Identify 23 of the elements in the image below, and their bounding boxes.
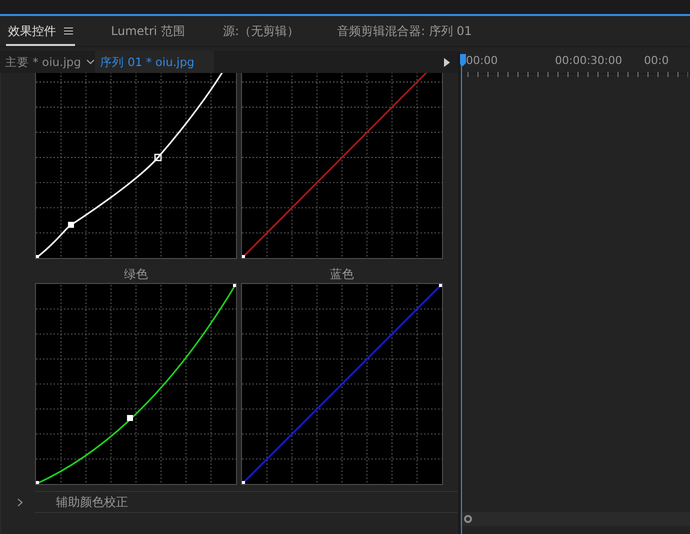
time-label: 00:00:30:00 <box>555 54 622 67</box>
control-point[interactable] <box>36 254 39 258</box>
panel-tab[interactable]: 音频剪辑混合器: 序列 01 <box>335 16 474 46</box>
panel-tab[interactable]: 效果控件 <box>6 16 75 46</box>
menu-icon[interactable] <box>64 27 73 35</box>
clip-tab[interactable]: 主要 * oiu.jpg <box>0 51 86 73</box>
scroll-handle[interactable] <box>464 515 472 523</box>
curve-graph[interactable] <box>35 73 237 259</box>
chevron-down-icon[interactable] <box>86 59 96 65</box>
control-point[interactable] <box>154 154 162 162</box>
section-label: 辅助颜色校正 <box>56 494 128 510</box>
play-icon[interactable] <box>444 58 450 66</box>
time-label: 00:0 <box>644 54 669 67</box>
control-point[interactable] <box>242 254 245 258</box>
chevron-right-icon[interactable] <box>17 498 23 506</box>
clip-tab[interactable]: 序列 01 * oiu.jpg <box>95 51 214 73</box>
curve-label: 蓝色 <box>329 266 355 283</box>
panel-tab[interactable]: 源:（无剪辑） <box>220 16 301 46</box>
playhead[interactable] <box>460 54 466 534</box>
panel-tab[interactable]: Lumetri 范围 <box>109 16 187 46</box>
scrollbar[interactable] <box>460 512 690 526</box>
curve-label: 绿色 <box>123 266 149 283</box>
time-label: 00:00 <box>466 54 498 67</box>
